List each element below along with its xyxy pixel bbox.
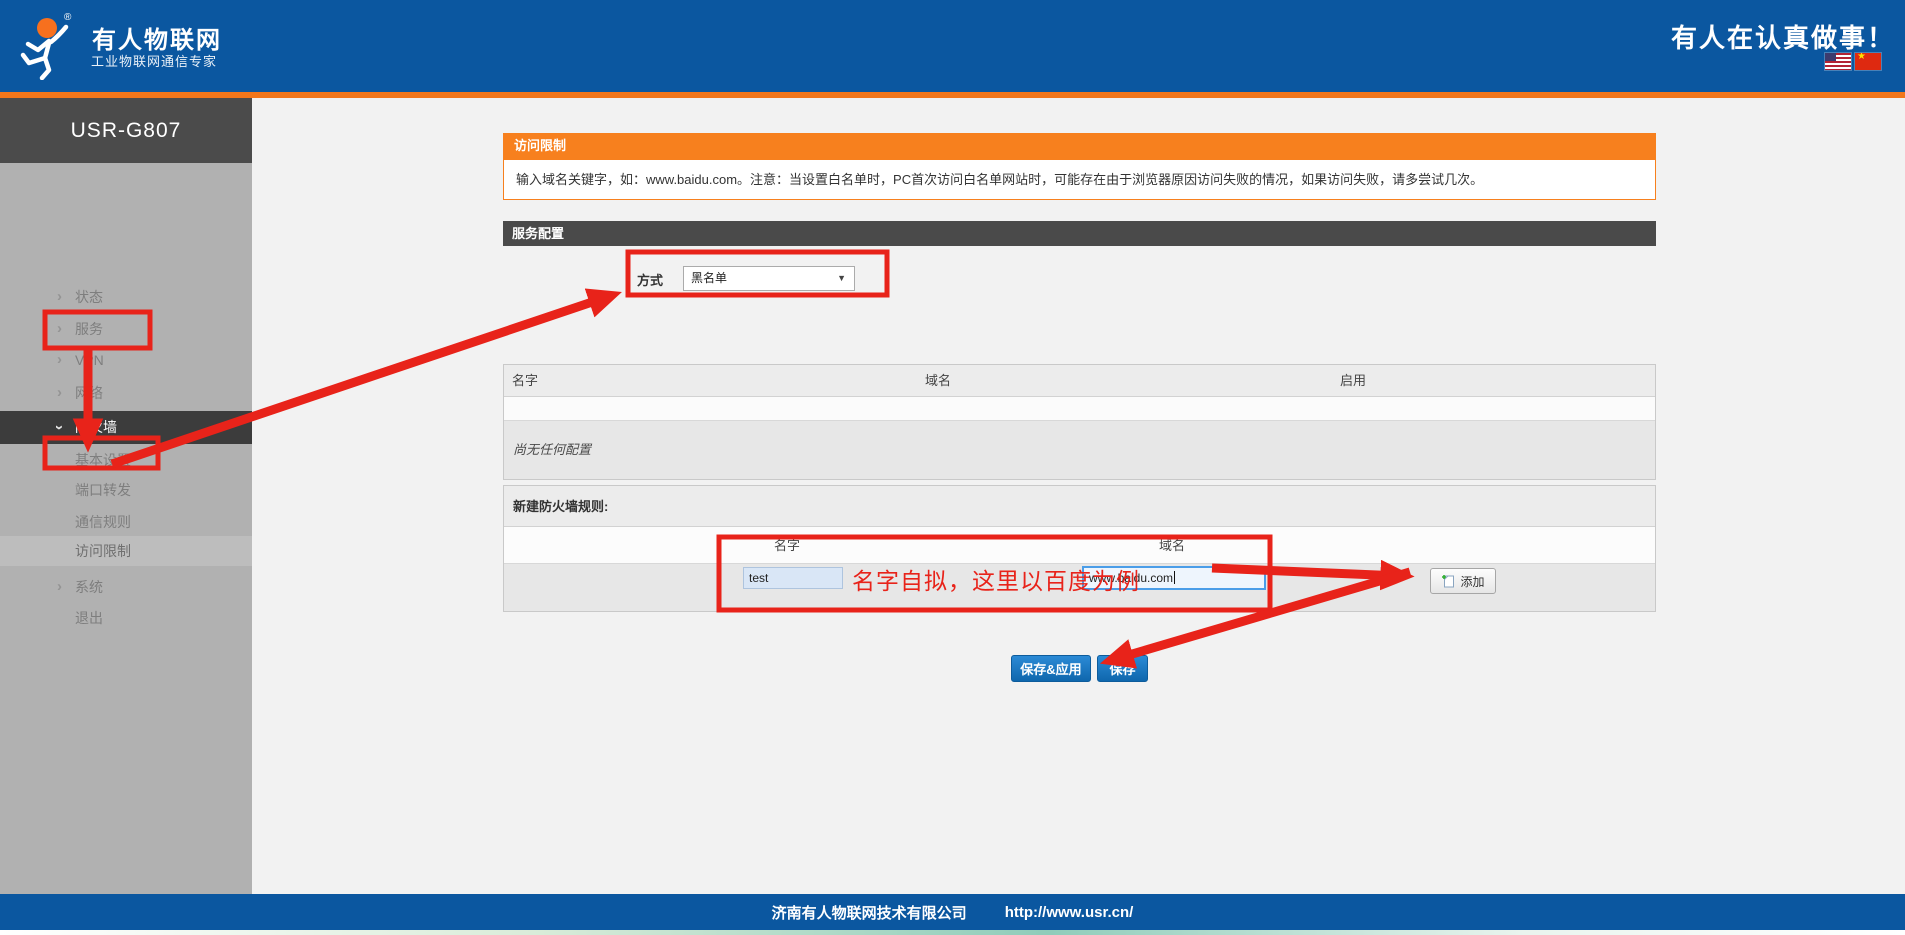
chevron-right-icon: ›	[57, 282, 62, 312]
top-header-bar: ® 有人物联网 工业物联网通信专家 有人在认真做事！	[0, 0, 1905, 92]
col-domain: 域名	[925, 365, 951, 397]
footer-bar: 济南有人物联网技术有限公司 http://www.usr.cn/	[0, 894, 1905, 930]
device-model-title: USR-G807	[0, 98, 252, 163]
add-page-icon	[1441, 574, 1455, 588]
rule-domain-input[interactable]: www.baidu.com	[1082, 566, 1266, 590]
sidebar-item-traffic-rules[interactable]: 通信规则	[0, 507, 252, 537]
chevron-right-icon: ›	[57, 378, 62, 408]
col-name: 名字	[512, 365, 538, 397]
rules-table-blank-row	[504, 397, 1655, 421]
rule-name-input[interactable]: test	[743, 567, 843, 589]
sidebar-item-system[interactable]: › 系统	[0, 572, 252, 602]
save-button[interactable]: 保存	[1097, 655, 1148, 682]
page-description: 输入域名关键字，如：www.baidu.com。注意：当设置白名单时，PC首次访…	[503, 159, 1656, 200]
sidebar-item-network[interactable]: › 网络	[0, 378, 252, 408]
save-apply-button[interactable]: 保存&应用	[1011, 655, 1091, 682]
service-config-header: 服务配置	[503, 221, 1656, 246]
page-title: 访问限制	[503, 133, 1656, 159]
sidebar-item-logout[interactable]: 退出	[0, 603, 252, 633]
sidebar-item-access-restriction[interactable]: 访问限制	[0, 536, 252, 566]
chevron-down-icon: ›	[43, 425, 76, 430]
new-rule-panel: 新建防火墙规则: 名字 域名 test www.baidu.com 添加	[503, 485, 1656, 612]
chevron-right-icon: ›	[57, 572, 62, 602]
sidebar-item-services[interactable]: › 服务	[0, 314, 252, 344]
footer-company: 济南有人物联网技术有限公司	[772, 902, 967, 923]
mode-selected-value: 黑名单	[691, 271, 727, 285]
sidebar-item-port-forwarding[interactable]: 端口转发	[0, 475, 252, 505]
add-rule-button[interactable]: 添加	[1430, 568, 1496, 594]
cn-flag-icon[interactable]	[1855, 53, 1881, 70]
bottom-gradient-strip	[0, 930, 1905, 935]
header-slogan: 有人在认真做事！	[1671, 18, 1895, 55]
sidebar-item-basic-settings[interactable]: 基本设置	[0, 445, 252, 475]
sidebar-item-firewall[interactable]: › 防火墙	[0, 411, 252, 444]
rules-table: 名字 域名 启用 尚无任何配置	[503, 364, 1656, 480]
sidebar-item-status[interactable]: › 状态	[0, 282, 252, 312]
new-rule-columns: 名字 域名	[504, 527, 1655, 564]
empty-state-text: 尚无任何配置	[513, 421, 591, 479]
brand-tagline: 工业物联网通信专家	[91, 51, 217, 70]
brand-name: 有人物联网	[92, 20, 222, 55]
text-cursor	[1174, 571, 1175, 584]
mode-label: 方式	[637, 270, 663, 289]
footer-url-link[interactable]: http://www.usr.cn/	[1005, 904, 1134, 921]
col-enabled: 启用	[1340, 365, 1366, 397]
new-rule-col-name: 名字	[774, 527, 800, 564]
mode-select[interactable]: 黑名单 ▼	[683, 266, 855, 291]
rules-table-header: 名字 域名 启用	[504, 365, 1655, 397]
chevron-right-icon: ›	[57, 345, 62, 375]
new-rule-title: 新建防火墙规则:	[504, 486, 1655, 527]
language-switcher	[1825, 53, 1881, 70]
sidebar-nav: USR-G807 › 状态 › 服务 › VPN › 网络 › 防火墙 基本设置…	[0, 98, 252, 894]
sidebar-item-vpn[interactable]: › VPN	[0, 345, 252, 375]
new-rule-col-domain: 域名	[1159, 527, 1185, 564]
registered-mark: ®	[64, 12, 71, 23]
rules-table-empty-row: 尚无任何配置	[504, 421, 1655, 479]
chevron-right-icon: ›	[57, 314, 62, 344]
us-flag-icon[interactable]	[1825, 53, 1851, 70]
select-caret-icon: ▼	[837, 267, 846, 290]
router-admin-page: ® 有人物联网 工业物联网通信专家 有人在认真做事！ USR-G807 › 状态…	[0, 0, 1905, 935]
